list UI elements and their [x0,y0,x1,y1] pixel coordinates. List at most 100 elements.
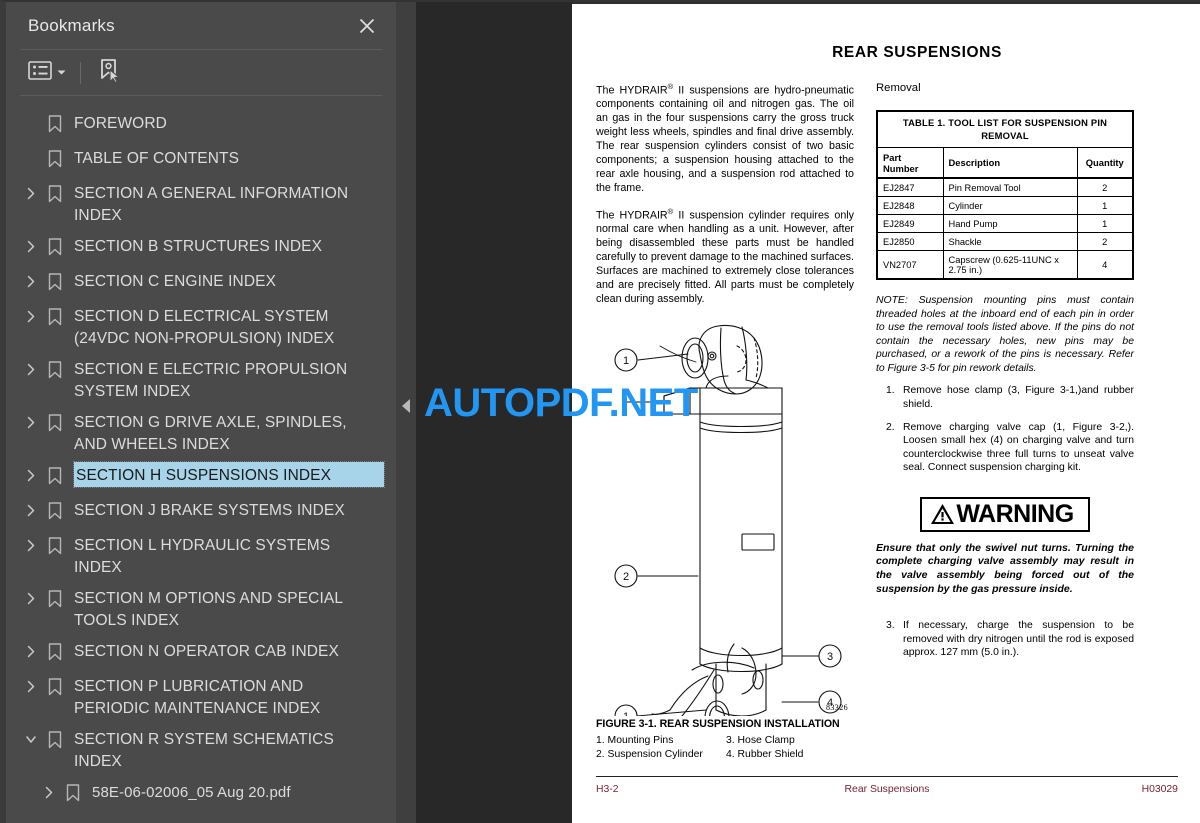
bookmark-item[interactable]: SECTION L HYDRAULIC SYSTEMS INDEX [6,529,396,582]
bookmark-item[interactable]: SECTION R SYSTEM SCHEMATICS INDEX [6,723,396,776]
chevron-right-icon[interactable] [18,462,44,482]
chevron-right-icon[interactable] [18,180,44,200]
cell-description: Cylinder [942,196,1078,216]
right-column: Removal TABLE 1. TOOL LIST FOR SUSPENSIO… [876,82,1134,762]
bookmark-icon [44,532,66,555]
left-column: The HYDRAIR® II suspensions are hydro-pn… [596,82,854,762]
chevron-right-icon[interactable] [18,409,44,429]
bookmark-icon [44,356,66,379]
close-icon[interactable] [354,13,380,39]
removal-step: 2. Remove charging valve cap (1, Figure 3… [878,421,1134,475]
bookmark-item[interactable]: SECTION N OPERATOR CAB INDEX [6,635,396,670]
page-title: REAR SUSPENSIONS [832,44,1002,61]
pdf-viewer-window: Bookmarks FOREWORD TABLE OF CONTENTS SEC… [0,0,1200,823]
bookmark-item[interactable]: SECTION H SUSPENSIONS INDEX [6,459,396,494]
bookmark-item[interactable]: SECTION G DRIVE AXLE, SPINDLES, AND WHEE… [6,406,396,459]
cell-description: Shackle [942,232,1078,252]
list-options-button[interactable] [24,58,70,88]
table-row: VN2707 Capscrew (0.625-11UNC x 2.75 in.) 4 [876,250,1134,280]
cell-quantity: 1 [1076,214,1134,234]
bookmarks-panel: Bookmarks FOREWORD TABLE OF CONTENTS SEC… [0,0,396,823]
bookmark-item[interactable]: SECTION C ENGINE INDEX [6,265,396,300]
document-page: REAR SUSPENSIONS The HYDRAIR® II suspens… [572,2,1200,823]
removal-steps-after-warning: 3. If necessary, charge the suspension to… [878,619,1134,660]
figure-legend-left: 1. Mounting Pins 2. Suspension Cylinder [596,734,726,762]
cell-description: Capscrew (0.625-11UNC x 2.75 in.) [942,250,1078,280]
chevron-right-icon[interactable] [18,497,44,517]
table-row: EJ2848 Cylinder 1 [876,196,1134,216]
panel-splitter[interactable] [396,0,416,823]
bookmarks-panel-title: Bookmarks [28,15,115,35]
bookmark-item-label: SECTION L HYDRAULIC SYSTEMS INDEX [74,537,331,576]
select-bookmark-button[interactable] [93,55,126,91]
bookmark-icon [44,233,66,256]
para2-post: II suspension cylinder requires only nor… [596,209,854,305]
bookmark-item-label: SECTION C ENGINE INDEX [74,273,277,290]
column-header-description: Description [942,147,1078,180]
bookmark-item-label: SECTION A GENERAL INFORMATION INDEX [74,185,349,224]
bookmark-item[interactable]: SECTION A GENERAL INFORMATION INDEX [6,177,396,230]
bookmarks-tree[interactable]: FOREWORD TABLE OF CONTENTS SECTION A GENER… [6,96,396,823]
warning-triangle-icon [930,503,955,525]
chevron-right-icon[interactable] [18,356,44,376]
bookmark-item[interactable]: 58E-06-02006_05 Aug 20.pdf [6,776,396,811]
footer-section-name: Rear Suspensions [844,784,930,795]
step-number: 3. [886,620,895,631]
bookmark-item[interactable]: FOREWORD [6,107,396,142]
chevron-right-icon[interactable] [18,303,44,323]
bookmark-item-label: SECTION J BRAKE SYSTEMS INDEX [74,502,345,519]
chevron-right-icon[interactable] [18,268,44,288]
warning-label: WARNING [956,499,1074,528]
step-number: 2. [886,421,895,433]
bookmark-item-label: SECTION M OPTIONS AND SPECIAL TOOLS INDE… [74,590,343,629]
chevron-right-icon[interactable] [18,638,44,658]
bookmark-item[interactable]: SECTION B STRUCTURES INDEX [6,230,396,265]
bookmark-item-label: SECTION B STRUCTURES INDEX [74,238,323,255]
collapse-left-icon[interactable] [400,397,412,415]
bookmark-item-label: SECTION R SYSTEM SCHEMATICS INDEX [74,731,334,770]
chevron-down-icon[interactable] [18,726,44,746]
table-row: EJ2847 Pin Removal Tool 2 [876,177,1134,198]
bookmark-item-label: SECTION N OPERATOR CAB INDEX [74,643,339,660]
chevron-right-icon[interactable] [18,585,44,605]
suspension-illustration: 1 2 3 4 83326 [596,318,854,716]
bookmark-pointer-icon [97,58,122,88]
bookmark-item[interactable]: SECTION J BRAKE SYSTEMS INDEX [6,494,396,529]
bookmark-icon [62,779,84,802]
bookmark-item-label: SECTION G DRIVE AXLE, SPINDLES, AND WHEE… [74,414,347,453]
bookmark-item[interactable]: SECTION E ELECTRIC PROPULSION SYSTEM IND… [6,353,396,406]
table-row: EJ2850 Shackle 2 [876,232,1134,252]
column-header-part-number: Part Number [876,147,944,180]
legend-item: 2. Suspension Cylinder [596,748,703,760]
step-number: 1. [886,385,895,397]
cell-part-number: EJ2847 [876,177,944,198]
bookmark-icon [44,673,66,696]
cell-quantity: 4 [1076,250,1134,280]
figure-legend-right: 3. Hose Clamp 4. Rubber Shield [726,734,856,762]
bookmark-item[interactable]: SECTION D ELECTRICAL SYSTEM (24VDC NON-P… [6,300,396,353]
table-caption: TABLE 1. TOOL LIST FOR SUSPENSION PIN RE… [876,110,1134,149]
step-text: Remove hose clamp (3, Figure 3-1,)and ru… [903,385,1134,410]
toolbar-separator [80,61,81,84]
para1-post: II suspensions are hydro-pneumatic compo… [596,84,854,194]
chevron-right-icon[interactable] [36,779,62,799]
removal-steps-before-warning: 1. Remove hose clamp (3, Figure 3-1,)and … [878,384,1134,474]
removal-step: 3. If necessary, charge the suspension to… [878,619,1134,660]
list-options-icon [28,60,52,85]
bookmark-item[interactable]: SECTION P LUBRICATION AND PERIODIC MAINT… [6,670,396,723]
tool-list-table: TABLE 1. TOOL LIST FOR SUSPENSION PIN RE… [876,110,1134,281]
cell-quantity: 2 [1076,232,1134,252]
bookmark-item-label: FOREWORD [74,115,167,132]
chevron-right-icon[interactable] [18,673,44,693]
bookmark-item[interactable]: TABLE OF CONTENTS [6,142,396,177]
bookmark-item[interactable]: SECTION M OPTIONS AND SPECIAL TOOLS INDE… [6,582,396,635]
cell-part-number: EJ2848 [876,196,944,216]
chevron-right-icon[interactable] [18,532,44,552]
chevron-right-icon[interactable] [18,233,44,253]
bookmark-icon [44,409,66,432]
document-viewer[interactable]: REAR SUSPENSIONS The HYDRAIR® II suspens… [416,0,1200,823]
bookmark-icon [44,462,66,485]
cell-quantity: 1 [1076,196,1134,216]
step-text: Remove charging valve cap (1, Figure 3-2… [903,421,1134,474]
figure-legend: 1. Mounting Pins 2. Suspension Cylinder … [596,734,854,762]
